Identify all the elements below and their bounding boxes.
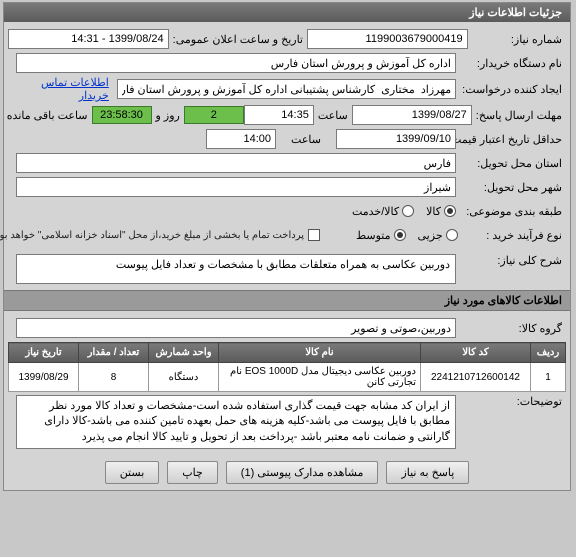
radio-dot-icon [447, 229, 459, 241]
field-validity-time[interactable] [207, 129, 277, 149]
label-creator: ایجاد کننده درخواست: [457, 83, 567, 96]
radio-small[interactable]: جزیی [419, 229, 459, 242]
field-need-title[interactable]: دوربین عکاسی به همراه متعلقات مطابق با م… [17, 254, 457, 284]
row-need-no: شماره نیاز: تاریخ و ساعت اعلان عمومی: [9, 28, 567, 50]
table-header-row: ردیف کد کالا نام کالا واحد شمارش تعداد /… [10, 343, 567, 363]
row-reply-deadline: مهلت ارسال پاسخ: ساعت 2 روز و 23:58:30 س… [9, 104, 567, 126]
field-province[interactable] [17, 153, 457, 173]
row-validity: حداقل تاریخ اعتبار قیمت: ساعت [9, 128, 567, 150]
row-creator: ایجاد کننده درخواست: اطلاعات تماس خریدار [9, 76, 567, 102]
field-validity-date[interactable] [337, 129, 457, 149]
row-city: شهر محل تحویل: [9, 176, 567, 198]
attachments-button[interactable]: مشاهده مدارک پیوستی (1) [227, 461, 380, 484]
radio-medium[interactable]: متوسط [357, 229, 407, 242]
label-goods-group: گروه کالا: [457, 322, 567, 335]
goods-body: گروه کالا: ردیف کد کالا نام کالا واحد شم… [5, 311, 571, 455]
field-city[interactable] [17, 177, 457, 197]
row-goods-group: گروه کالا: [9, 317, 567, 339]
label-budget: طبقه بندی موضوعی: [457, 205, 567, 218]
label-need-no: شماره نیاز: [469, 33, 567, 46]
reply-button[interactable]: پاسخ به نیاز [387, 461, 470, 484]
field-creator[interactable] [118, 79, 457, 99]
th-name: نام کالا [220, 343, 422, 363]
label-city: شهر محل تحویل: [457, 181, 567, 194]
td-qty: 8 [80, 363, 150, 392]
field-public-date[interactable] [9, 29, 170, 49]
label-need-title: شرح کلی نیاز: [457, 254, 567, 267]
label-buyer-org: نام دستگاه خریدار: [457, 57, 567, 70]
field-explanations[interactable]: از ایران کد مشابه جهت قیمت گذاری استفاده… [17, 395, 457, 449]
label-validity: حداقل تاریخ اعتبار قیمت: [457, 133, 567, 146]
radio-medium-label: متوسط [357, 229, 392, 242]
th-unit: واحد شمارش [150, 343, 220, 363]
label-province: استان محل تحویل: [457, 157, 567, 170]
radio-goods-label: کالا [427, 205, 442, 218]
panel-body: شماره نیاز: تاریخ و ساعت اعلان عمومی: نا… [5, 22, 571, 290]
radio-service[interactable]: کالا/خدمت [353, 205, 415, 218]
field-buyer-org[interactable] [17, 53, 457, 73]
td-code: 2241210712600142 [422, 363, 532, 392]
th-code: کد کالا [422, 343, 532, 363]
radio-dot-icon [395, 229, 407, 241]
section-goods-header: اطلاعات کالاهای مورد نیاز [5, 290, 571, 311]
th-qty: تعداد / مقدار [80, 343, 150, 363]
table-row[interactable]: 1 2241210712600142 دوربین عکاسی دیجیتال … [10, 363, 567, 392]
label-public-date: تاریخ و ساعت اعلان عمومی: [170, 33, 308, 46]
row-explanations: توضیحات: از ایران کد مشابه جهت قیمت گذار… [9, 395, 567, 449]
field-goods-group[interactable] [17, 318, 457, 338]
goods-table: ردیف کد کالا نام کالا واحد شمارش تعداد /… [9, 342, 567, 392]
td-name: دوربین عکاسی دیجیتال مدل EOS 1000D نام ت… [220, 363, 422, 392]
row-need-title: شرح کلی نیاز: دوربین عکاسی به همراه متعل… [9, 254, 567, 284]
checkbox-payment[interactable] [309, 229, 321, 241]
label-reply-deadline: مهلت ارسال پاسخ: [473, 109, 567, 122]
details-panel: جزئیات اطلاعات نیاز شماره نیاز: تاریخ و … [4, 2, 572, 491]
row-budget: طبقه بندی موضوعی: کالا کالا/خدمت [9, 200, 567, 222]
td-row: 1 [532, 363, 567, 392]
row-province: استان محل تحویل: [9, 152, 567, 174]
close-button[interactable]: بستن [106, 461, 161, 484]
td-unit: دستگاه [150, 363, 220, 392]
th-date: تاریخ نیاز [10, 343, 80, 363]
link-contact-info[interactable]: اطلاعات تماس خریدار [9, 76, 110, 102]
button-row: پاسخ به نیاز مشاهده مدارک پیوستی (1) چاپ… [5, 455, 571, 490]
label-remaining: ساعت باقی مانده [4, 109, 93, 122]
label-saat-1: ساعت [315, 109, 353, 122]
field-need-no[interactable] [308, 29, 469, 49]
budget-radio-group: کالا کالا/خدمت [353, 205, 457, 218]
label-rooz: روز و [153, 109, 185, 122]
row-buyer-org: نام دستگاه خریدار: [9, 52, 567, 74]
countdown-box: 23:58:30 [93, 106, 153, 124]
panel-title: جزئیات اطلاعات نیاز [5, 3, 571, 22]
field-reply-date[interactable] [353, 105, 473, 125]
label-explanations: توضیحات: [457, 395, 567, 408]
label-saat-2: ساعت [277, 133, 337, 146]
label-process: نوع فرآیند خرید : [459, 229, 567, 242]
td-date: 1399/08/29 [10, 363, 80, 392]
radio-service-label: کالا/خدمت [353, 205, 400, 218]
radio-small-label: جزیی [419, 229, 444, 242]
process-radio-group: جزیی متوسط [321, 229, 459, 242]
label-payment-note: پرداخت تمام یا بخشی از مبلغ خرید،از محل … [9, 230, 309, 241]
th-row: ردیف [532, 343, 567, 363]
radio-goods[interactable]: کالا [427, 205, 457, 218]
row-process: نوع فرآیند خرید : جزیی متوسط پرداخت تمام… [9, 224, 567, 246]
print-button[interactable]: چاپ [168, 461, 219, 484]
field-reply-time[interactable] [245, 105, 315, 125]
radio-dot-icon [445, 205, 457, 217]
radio-dot-icon [403, 205, 415, 217]
days-box: 2 [185, 106, 245, 124]
